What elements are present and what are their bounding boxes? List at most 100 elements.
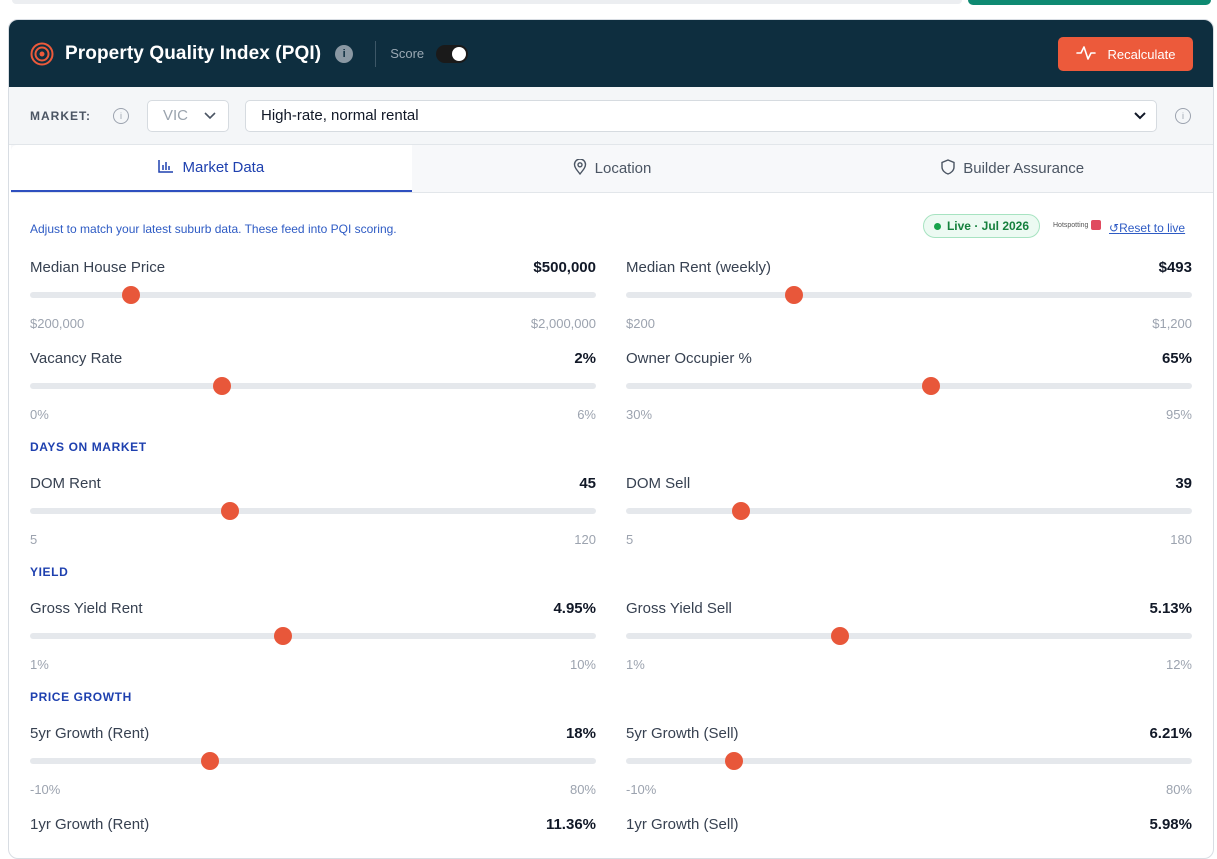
market-info-icon[interactable]: i [113, 107, 129, 124]
slider-min: 5 [626, 532, 634, 547]
section-price-growth: PRICE GROWTH [30, 690, 132, 704]
slider-thumb[interactable] [921, 377, 940, 395]
slider-thumb[interactable] [213, 377, 232, 395]
slider-max: 80% [1165, 782, 1192, 797]
source-logo-text: Hotspotting [1053, 221, 1089, 229]
slider-thumb[interactable] [200, 752, 219, 770]
slider-track[interactable] [30, 633, 596, 639]
slider-min: 30% [626, 407, 653, 422]
page-title: Property Quality Index (PQI) [65, 42, 322, 64]
source-logo-mark [1091, 220, 1102, 230]
slider-track[interactable] [626, 292, 1192, 298]
slider-value: 6.21% [1149, 725, 1192, 742]
pqi-card: Property Quality Index (PQI) i Score Rec… [8, 19, 1214, 859]
slider-label: DOM Sell [626, 475, 691, 492]
slider-value: $500,000 [533, 259, 596, 276]
slider-max: 120 [574, 532, 596, 547]
slider-max: 180 [1170, 532, 1192, 547]
slider-value: 45 [579, 475, 596, 492]
slider-label: 5yr Growth (Sell) [626, 725, 739, 742]
slider-max: $1,200 [1152, 316, 1192, 331]
pulse-icon [1075, 45, 1096, 64]
tab-label: Location [594, 160, 652, 177]
slider-max: 6% [577, 407, 596, 422]
target-icon [29, 41, 55, 67]
slider-label: Gross Yield Rent [30, 600, 143, 617]
market-label: MARKET: [30, 108, 91, 123]
slider-max: 95% [1165, 407, 1192, 422]
helper-note: Adjust to match your latest suburb data.… [30, 222, 397, 236]
score-label: Score [390, 46, 425, 61]
slider-min: $200,000 [30, 316, 85, 331]
tab-label: Builder Assurance [963, 160, 1085, 177]
top-accent-button-remnant[interactable] [968, 0, 1211, 5]
chevron-down-icon [1134, 107, 1146, 124]
slider-min: -10% [626, 782, 657, 797]
slider-value: 5.13% [1149, 600, 1192, 617]
slider-thumb[interactable] [220, 502, 239, 520]
slider-thumb[interactable] [274, 627, 292, 645]
slider-label: DOM Rent [30, 475, 101, 492]
slider-value: 65% [1161, 350, 1192, 367]
slider-max: 10% [569, 657, 596, 672]
slider-label: 1yr Growth (Rent) [30, 816, 150, 833]
slider-track[interactable] [626, 508, 1192, 514]
chevron-down-icon [204, 107, 216, 124]
slider-value: 2% [574, 350, 596, 367]
slider-value: 11.36% [545, 816, 596, 833]
slider-track[interactable] [30, 292, 596, 298]
slider-min: 1% [626, 657, 645, 672]
slider-label: 5yr Growth (Rent) [30, 725, 150, 742]
live-dot [933, 222, 941, 230]
slider-min: 1% [30, 657, 49, 672]
slider-track[interactable] [30, 383, 596, 389]
info-icon[interactable]: i [335, 44, 354, 63]
slider-thumb[interactable] [724, 752, 743, 770]
tab-market-data[interactable]: Market Data [11, 145, 412, 192]
scenario-value: High-rate, normal rental [261, 107, 419, 124]
slider-label: Gross Yield Sell [626, 600, 732, 617]
score-toggle[interactable] [436, 44, 469, 63]
slider-label: Median House Price [30, 259, 166, 276]
scenario-info-icon[interactable]: i [1175, 108, 1191, 124]
reset-to-live-link[interactable]: ↺Reset to live [1109, 221, 1185, 235]
slider-value: $493 [1158, 259, 1192, 276]
tab-builder-assurance[interactable]: Builder Assurance [812, 145, 1213, 192]
slider-min: 0% [30, 407, 49, 422]
slider-thumb[interactable] [732, 502, 751, 520]
slider-max: 80% [569, 782, 596, 797]
slider-track[interactable] [30, 508, 596, 514]
slider-track[interactable] [626, 633, 1192, 639]
slider-value: 39 [1175, 475, 1192, 492]
slider-label: Vacancy Rate [30, 350, 123, 367]
slider-thumb[interactable] [121, 286, 140, 304]
slider-track[interactable] [626, 383, 1192, 389]
slider-value: 5.98% [1149, 816, 1192, 833]
slider-max: $2,000,000 [530, 316, 596, 331]
header-divider [375, 40, 377, 67]
shield-icon [941, 158, 955, 179]
reset-label: Reset to live [1119, 221, 1186, 235]
slider-thumb[interactable] [830, 627, 849, 645]
tab-location[interactable]: Location [412, 145, 813, 192]
section-days-on-market: DAYS ON MARKET [30, 440, 147, 454]
slider-value: 4.95% [553, 600, 596, 617]
slider-min: 5 [30, 532, 38, 547]
slider-thumb[interactable] [785, 286, 804, 304]
source-logo: Hotspotting [1053, 220, 1102, 230]
slider-label: Owner Occupier % [626, 350, 752, 367]
market-row: MARKET: i VIC High-rate, normal rental i [9, 87, 1213, 145]
slider-track[interactable] [30, 758, 596, 764]
scenario-select[interactable]: High-rate, normal rental [245, 99, 1157, 132]
recalculate-button[interactable]: Recalculate [1058, 37, 1193, 71]
slider-label: 1yr Growth (Sell) [626, 816, 739, 833]
tab-label: Market Data [182, 159, 265, 176]
top-strip [0, 0, 1217, 18]
live-badge-text: Live · Jul 2026 [946, 219, 1030, 233]
slider-track[interactable] [626, 758, 1192, 764]
top-bar-remnant [12, 0, 962, 4]
recalculate-label: Recalculate [1107, 46, 1176, 62]
map-pin-icon [573, 157, 587, 179]
refresh-icon: ↺ [1109, 221, 1120, 235]
state-select[interactable]: VIC [147, 99, 229, 132]
